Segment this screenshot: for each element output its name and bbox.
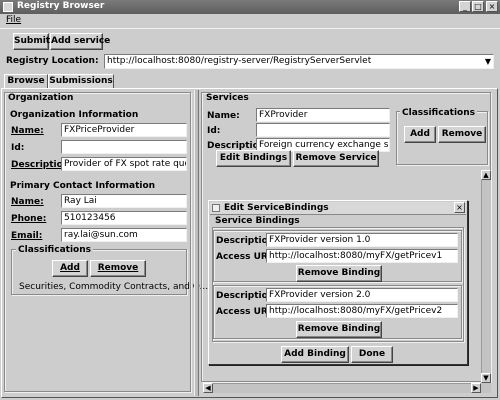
vertical-scrollbar[interactable] xyxy=(481,170,491,383)
window-title: Registry Browser xyxy=(17,1,105,11)
binding1-remove-button[interactable]: Remove Binding xyxy=(296,265,382,282)
horizontal-scrollbar[interactable] xyxy=(203,383,481,393)
organization-panel xyxy=(4,92,191,392)
organization-title: Organization xyxy=(8,93,74,103)
split-pane-divider[interactable] xyxy=(194,90,199,396)
contact-name-label: Name: xyxy=(11,197,44,207)
registry-location-value: http://localhost:8080/registry-server/Re… xyxy=(107,56,372,66)
remove-service-button[interactable]: Remove Service xyxy=(293,150,379,167)
binding2-uri-field[interactable]: http://localhost:8080/myFX/getPricev2 xyxy=(266,304,458,318)
edit-bindings-button[interactable]: Edit Bindings xyxy=(216,150,291,167)
menu-bar: File xyxy=(0,14,500,28)
title-bar[interactable]: Registry Browser _ □ × xyxy=(0,0,500,14)
binding2-remove-button[interactable]: Remove Binding xyxy=(296,321,382,338)
org-id-field[interactable] xyxy=(61,140,187,154)
org-name-field[interactable]: FXPriceProvider xyxy=(61,123,187,137)
org-id-label: Id: xyxy=(11,143,25,153)
menu-separator xyxy=(0,28,500,29)
tab-submissions[interactable]: Submissions xyxy=(48,74,114,88)
arrow-left-icon[interactable]: ◀ xyxy=(203,383,213,393)
primary-contact-title: Primary Contact Information xyxy=(10,181,156,191)
arrow-right-icon[interactable]: ▶ xyxy=(471,383,481,393)
close-button[interactable]: × xyxy=(486,1,498,12)
binding1-description-field[interactable]: FXProvider version 1.0 xyxy=(266,233,458,247)
org-classifications-title: Classifications xyxy=(16,245,93,255)
scroll-corner xyxy=(481,383,491,393)
dialog-title-bar[interactable]: Edit ServiceBindings × xyxy=(210,202,466,215)
minimize-button[interactable]: _ xyxy=(459,1,471,12)
menu-file[interactable]: File xyxy=(6,15,21,25)
dialog-close-button[interactable]: × xyxy=(454,202,465,213)
dialog-title: Edit ServiceBindings xyxy=(224,203,329,213)
services-title: Services xyxy=(206,93,249,103)
email-field[interactable]: ray.lai@sun.com xyxy=(61,228,187,242)
service-bindings-title: Service Bindings xyxy=(215,216,300,226)
add-binding-button[interactable]: Add Binding xyxy=(281,346,349,363)
binding2-description-field[interactable]: FXProvider version 2.0 xyxy=(266,288,458,302)
contact-name-field[interactable]: Ray Lai xyxy=(61,194,187,208)
service-classifications-title: Classifications xyxy=(400,108,477,118)
service-remove-classification-button[interactable]: Remove xyxy=(438,126,486,143)
registry-browser-window: Registry Browser _ □ × File Submit Add s… xyxy=(0,0,500,400)
service-name-label: Name: xyxy=(207,111,240,121)
arrow-down-icon[interactable]: ▼ xyxy=(481,373,491,383)
phone-field[interactable]: 510123456 xyxy=(61,211,187,225)
done-button[interactable]: Done xyxy=(351,346,393,363)
org-add-classification-button[interactable]: Add xyxy=(52,260,88,277)
submit-button[interactable]: Submit xyxy=(13,33,50,50)
org-name-label: Name: xyxy=(11,126,44,136)
service-add-classification-button[interactable]: Add xyxy=(404,126,436,143)
arrow-up-icon[interactable]: ▲ xyxy=(481,170,491,180)
service-id-field[interactable] xyxy=(256,123,390,137)
classification-list-item[interactable]: Securities, Commodity Contracts, and O..… xyxy=(19,282,208,292)
organization-info-title: Organization Information xyxy=(10,110,139,120)
add-service-button[interactable]: Add service xyxy=(50,33,110,50)
service-name-field[interactable]: FXProvider xyxy=(256,108,390,122)
service-id-label: Id: xyxy=(207,126,221,136)
registry-location-combo[interactable]: http://localhost:8080/registry-server/Re… xyxy=(104,54,494,69)
maximize-button[interactable]: □ xyxy=(472,1,484,12)
dialog-app-icon xyxy=(212,204,220,212)
email-label: Email: xyxy=(11,231,43,241)
phone-label: Phone: xyxy=(11,214,47,224)
app-icon xyxy=(3,2,13,12)
registry-location-label: Registry Location: xyxy=(6,56,99,66)
org-description-field[interactable]: Provider of FX spot rate quote xyxy=(61,157,187,171)
binding1-uri-field[interactable]: http://localhost:8080/myFX/getPricev1 xyxy=(266,249,458,263)
edit-service-bindings-dialog: Edit ServiceBindings × Service Bindings … xyxy=(208,200,468,365)
tab-browse[interactable]: Browse xyxy=(4,74,48,88)
org-remove-classification-button[interactable]: Remove xyxy=(90,260,146,277)
chevron-down-icon[interactable]: ▼ xyxy=(485,56,491,68)
